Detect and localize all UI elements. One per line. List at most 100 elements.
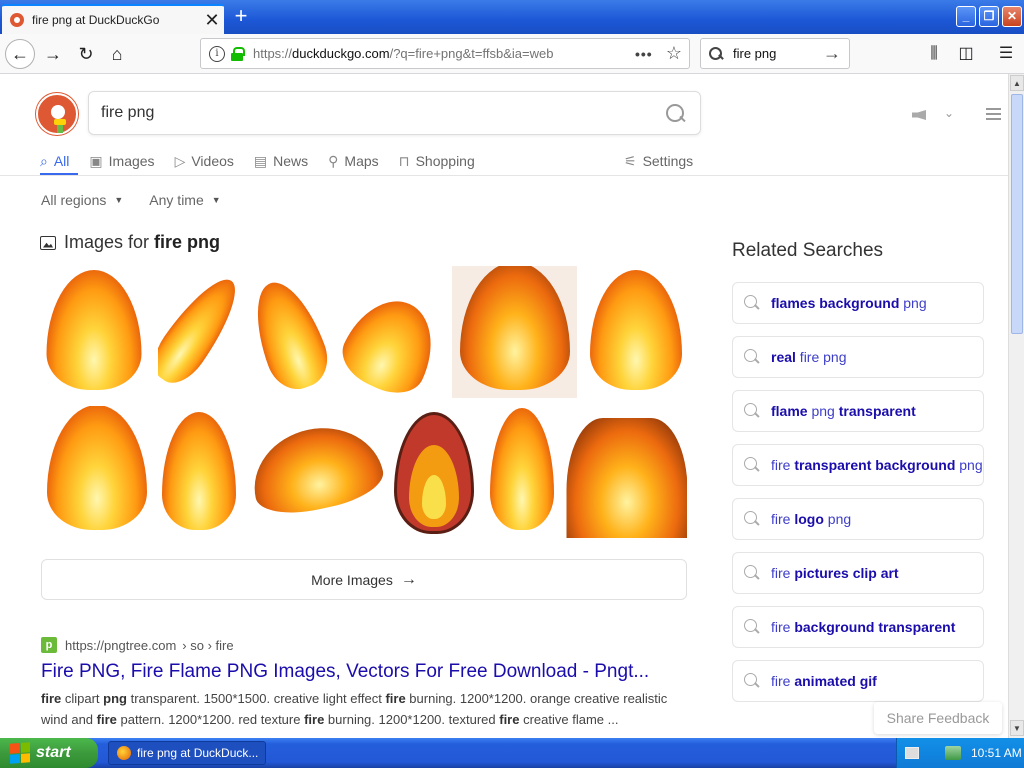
image-thumbnail[interactable]	[41, 266, 146, 398]
image-thumbnail[interactable]	[247, 406, 384, 538]
address-bar[interactable]: i https://duckduckgo.com/?q=fire+png&t=f…	[200, 38, 690, 69]
ddg-search-value: fire png	[101, 104, 155, 121]
related-search-item[interactable]: flame png transparent	[732, 390, 984, 432]
related-search-item[interactable]: fire pictures clip art	[732, 552, 984, 594]
tab-label: Videos	[191, 153, 234, 169]
ddg-search-input[interactable]: fire png	[88, 91, 701, 135]
region-filter[interactable]: All regions ▼	[41, 192, 123, 208]
bookmark-star-icon[interactable]: ☆	[659, 43, 689, 64]
image-thumbnail[interactable]	[391, 406, 477, 538]
url-domain: duckduckgo.com	[292, 46, 390, 61]
scroll-up-icon[interactable]: ▲	[1010, 75, 1024, 91]
close-tab-icon[interactable]: ✕	[200, 11, 224, 29]
search-icon	[743, 618, 761, 636]
settings-button[interactable]: ⚟ Settings	[624, 148, 693, 174]
tab-label: Images	[108, 153, 155, 169]
related-search-item[interactable]: fire animated gif	[732, 660, 984, 702]
scrollbar-thumb[interactable]	[1011, 94, 1023, 334]
duckduckgo-logo[interactable]	[36, 93, 78, 135]
tab-all[interactable]: ⌕ All	[40, 148, 69, 174]
keyboard-icon[interactable]	[905, 747, 919, 759]
search-icon	[743, 402, 761, 420]
image-thumbnail[interactable]	[41, 406, 152, 538]
megaphone-icon[interactable]: ⌄	[912, 106, 954, 121]
image-thumbnail[interactable]	[338, 266, 444, 398]
related-search-text: fire background transparent	[771, 619, 955, 636]
image-thumbnail[interactable]	[566, 406, 687, 538]
back-button[interactable]: ←	[5, 39, 35, 69]
related-search-item[interactable]: flames background png	[732, 282, 984, 324]
search-go-icon[interactable]: →	[823, 43, 841, 64]
share-feedback-button[interactable]: Share Feedback	[874, 702, 1002, 734]
snippet-part: fire	[96, 712, 117, 727]
new-tab-button[interactable]: +	[230, 5, 252, 28]
related-search-text: flame png transparent	[771, 403, 916, 420]
snippet-part: fire	[385, 691, 406, 706]
images-heading-query: fire png	[154, 232, 221, 252]
browser-search-value: fire png	[733, 46, 777, 61]
tab-videos[interactable]: ▷ Videos	[175, 148, 234, 174]
image-thumbnail[interactable]	[585, 266, 687, 398]
snippet-part: pattern. 1200*1200. red texture	[116, 712, 305, 727]
url-text[interactable]: https://duckduckgo.com/?q=fire+png&t=ffs…	[253, 46, 635, 61]
minimize-button[interactable]: _	[956, 6, 976, 27]
network-icon[interactable]	[945, 746, 961, 760]
result-url[interactable]: p https://pngtree.com › so › fire	[41, 637, 234, 653]
image-icon: ▣	[89, 152, 103, 169]
taskbar-firefox-window[interactable]: fire png at DuckDuck...	[108, 741, 266, 765]
maximize-button[interactable]: ❐	[979, 6, 999, 27]
images-heading[interactable]: Images for fire png	[40, 232, 220, 253]
search-icon	[709, 46, 723, 61]
more-images-button[interactable]: More Images →	[41, 559, 687, 600]
reload-button[interactable]: ↻	[71, 39, 101, 69]
arrow-left-icon: ←	[11, 43, 29, 64]
news-icon: ▤	[253, 152, 268, 169]
related-search-item[interactable]: real fire png	[732, 336, 984, 378]
screen: fire png at DuckDuckGo ✕ + _ ❐ ✕ ← → ↻ ⌂…	[0, 0, 1024, 768]
related-search-item[interactable]: fire logo png	[732, 498, 984, 540]
tab-shopping[interactable]: ⊓ Shopping	[399, 148, 475, 174]
play-icon: ▷	[174, 152, 186, 169]
related-search-part: pictures clip art	[794, 564, 899, 581]
start-button[interactable]: start	[0, 738, 98, 768]
ddg-menu-icon[interactable]	[986, 108, 1001, 120]
web-page: fire png ⌄ ⌕ All ▣ Images ▷ Videos ▤ News ⚲ M…	[0, 74, 1008, 738]
vertical-scrollbar[interactable]: ▲ ▼	[1008, 74, 1024, 738]
info-icon[interactable]: i	[209, 45, 225, 62]
scroll-down-icon[interactable]: ▼	[1010, 720, 1024, 736]
related-search-part: fire	[771, 618, 795, 635]
forward-button[interactable]: →	[38, 39, 68, 69]
start-label: start	[36, 744, 71, 761]
related-search-item[interactable]: fire background transparent	[732, 606, 984, 648]
related-search-part: transparent background	[794, 456, 956, 473]
browser-search-box[interactable]: fire png →	[700, 38, 850, 69]
bag-icon: ⊓	[398, 152, 410, 169]
sidebar-icon[interactable]: ◫	[954, 42, 978, 66]
related-search-part: real	[771, 348, 796, 365]
page-actions-icon[interactable]: •••	[635, 46, 659, 62]
image-thumbnail[interactable]	[244, 266, 333, 398]
related-search-item[interactable]: fire transparent background png	[732, 444, 984, 486]
search-icon[interactable]	[666, 104, 686, 124]
home-button[interactable]: ⌂	[102, 39, 132, 69]
browser-tab[interactable]: fire png at DuckDuckGo ✕	[2, 4, 224, 34]
url-path: /?q=fire+png&t=ffsb&ia=web	[389, 46, 554, 61]
clock[interactable]: 10:51 AM	[971, 746, 1022, 760]
image-thumbnail[interactable]	[452, 266, 577, 398]
time-filter[interactable]: Any time ▼	[149, 192, 220, 208]
settings-sliders-icon: ⚟	[624, 152, 637, 169]
snippet-part: png	[103, 691, 127, 706]
image-icon	[40, 235, 56, 250]
result-title-link[interactable]: Fire PNG, Fire Flame PNG Images, Vectors…	[41, 661, 649, 683]
reload-icon: ↻	[78, 43, 94, 64]
tab-images[interactable]: ▣ Images	[89, 148, 154, 174]
menu-icon[interactable]: ☰	[994, 42, 1018, 66]
image-thumbnail[interactable]	[485, 406, 558, 538]
tab-maps[interactable]: ⚲ Maps	[328, 148, 379, 174]
url-prefix: https://	[253, 46, 293, 61]
image-thumbnail[interactable]	[158, 406, 239, 538]
image-thumbnail[interactable]	[158, 266, 236, 398]
library-icon[interactable]: ⫼	[922, 42, 946, 66]
close-window-button[interactable]: ✕	[1002, 6, 1022, 27]
tab-news[interactable]: ▤ News	[254, 148, 308, 174]
